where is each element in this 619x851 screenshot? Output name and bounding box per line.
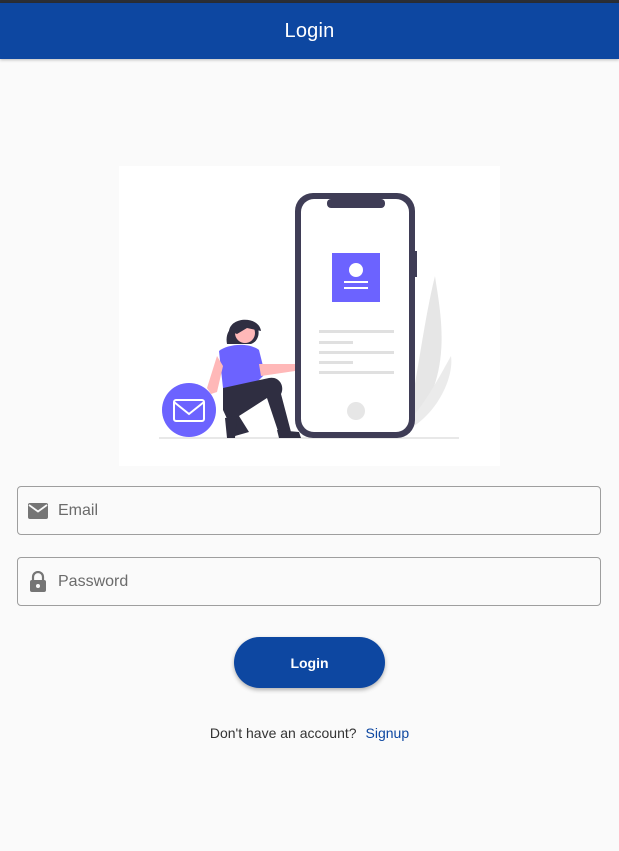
email-input[interactable]	[58, 487, 600, 534]
password-input[interactable]	[58, 558, 600, 605]
email-field[interactable]	[17, 486, 601, 535]
login-button[interactable]: Login	[234, 637, 385, 688]
login-illustration	[119, 166, 500, 466]
signup-link[interactable]: Signup	[366, 725, 410, 741]
signup-row: Don't have an account? Signup	[0, 723, 619, 743]
password-field[interactable]	[17, 557, 601, 606]
mail-icon	[27, 500, 49, 522]
illustration-svg	[159, 193, 459, 439]
lock-icon	[27, 570, 49, 593]
signup-prompt: Don't have an account?	[209, 725, 357, 741]
page-title: Login	[284, 19, 335, 42]
app-bar: Login	[0, 3, 619, 59]
